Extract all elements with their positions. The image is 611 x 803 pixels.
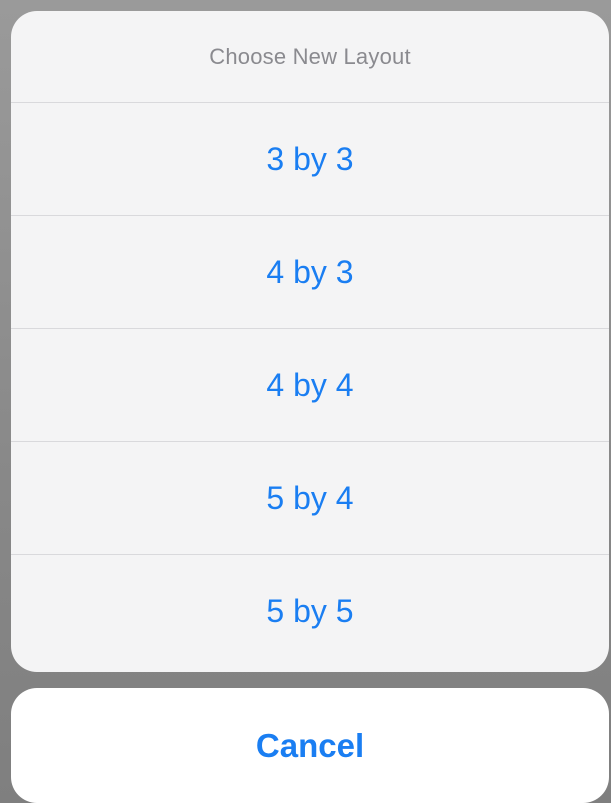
option-3-by-3[interactable]: 3 by 3 [11,102,609,215]
option-5-by-4[interactable]: 5 by 4 [11,441,609,554]
action-sheet-title: Choose New Layout [209,43,411,69]
option-4-by-4[interactable]: 4 by 4 [11,328,609,441]
option-5-by-5[interactable]: 5 by 5 [11,554,609,667]
action-sheet: Choose New Layout 3 by 3 4 by 3 4 by 4 5… [11,11,609,672]
cancel-button[interactable]: Cancel [11,688,609,803]
option-4-by-3[interactable]: 4 by 3 [11,215,609,328]
